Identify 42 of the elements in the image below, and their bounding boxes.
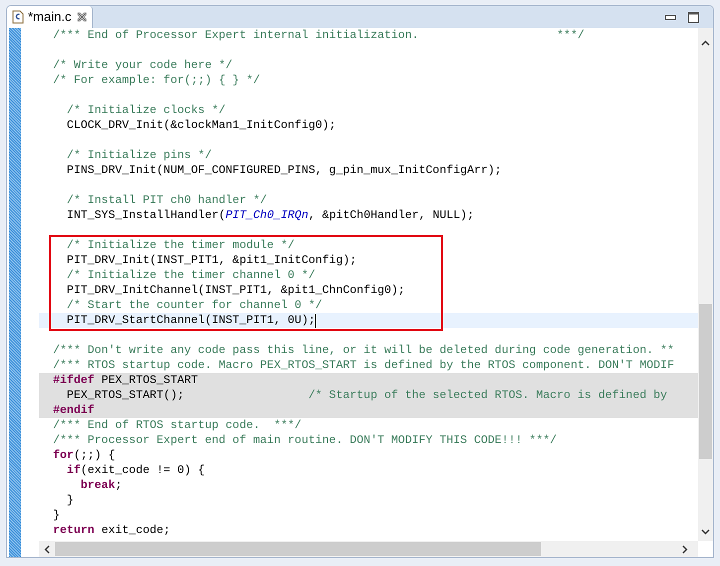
vertical-scrollbar[interactable] — [698, 28, 713, 541]
code-line: PIT_DRV_InitChannel(INST_PIT1, &pit1_ChnConfig0); — [66, 283, 405, 298]
code-line: #ifdef PEX_RTOS_START — [53, 373, 198, 388]
code-line: } — [66, 493, 74, 508]
code-line: break; — [80, 478, 122, 493]
code-line: /* Write your code here */ — [53, 58, 232, 73]
scroll-down-icon[interactable] — [701, 529, 710, 535]
code-line: INT_SYS_InstallHandler(PIT_Ch0_IRQn, &pitCh0Handler, NULL); — [66, 208, 474, 223]
code-line: /*** Processor Expert end of main routine. DON'T MODIFY THIS CODE!!! ***/ — [53, 433, 557, 448]
code-line: /* Start the counter for channel 0 */ — [66, 298, 322, 313]
code-line: /* Initialize pins */ — [66, 148, 212, 163]
code-line: /*** Don't write any code pass this line, or it will be deleted during code generation. ** — [53, 343, 674, 358]
text-cursor — [315, 314, 316, 328]
code-line: PEX_RTOS_START(); /* Startup of the selected RTOS. Macro is defined by — [66, 388, 668, 403]
code-line: /* For example: for(;;) { } */ — [53, 73, 260, 88]
code-line: /* Install PIT ch0 handler */ — [66, 193, 267, 208]
code-line: for(;;) { — [53, 448, 116, 463]
scroll-right-icon[interactable] — [682, 544, 688, 554]
c-file-icon — [12, 10, 24, 24]
editor-tab[interactable]: *main.c — [7, 6, 94, 28]
maximize-icon[interactable] — [688, 12, 699, 23]
horizontal-scrollbar[interactable] — [39, 541, 698, 557]
scroll-thumb[interactable] — [699, 304, 712, 459]
code-line: /*** End of RTOS startup code. ***/ — [53, 418, 302, 433]
minimize-icon[interactable] — [665, 14, 676, 20]
code-line: } — [53, 508, 60, 523]
code-line: PINS_DRV_Init(NUM_OF_CONFIGURED_PINS, g_pin_mux_InitConfigArr); — [66, 163, 502, 178]
code-line: /* Initialize the timer module */ — [66, 238, 295, 253]
code-line: #endif — [53, 403, 94, 418]
code-line: return exit_code; — [53, 523, 170, 538]
code-line: /* Initialize the timer channel 0 */ — [66, 268, 316, 283]
close-icon[interactable] — [77, 12, 88, 22]
code-line: /* Initialize clocks */ — [66, 103, 226, 118]
code-line: /*** End of Processor Expert internal initialization. ***/ — [53, 28, 584, 43]
code-line: CLOCK_DRV_Init(&clockMan1_InitConfig0); — [66, 118, 336, 133]
code-line: /*** RTOS startup code. Macro PEX_RTOS_START is defined by the RTOS component. DON'T MODIF — [53, 358, 674, 373]
code-line: PIT_DRV_Init(INST_PIT1, &pit1_InitConfig); — [66, 253, 357, 268]
scroll-left-icon[interactable] — [44, 544, 50, 554]
scroll-up-icon[interactable] — [701, 40, 710, 46]
code-line: PIT_DRV_StartChannel(INST_PIT1, 0U); — [66, 313, 316, 328]
code-line: if(exit_code != 0) { — [66, 463, 205, 478]
scroll-thumb[interactable] — [55, 542, 541, 556]
